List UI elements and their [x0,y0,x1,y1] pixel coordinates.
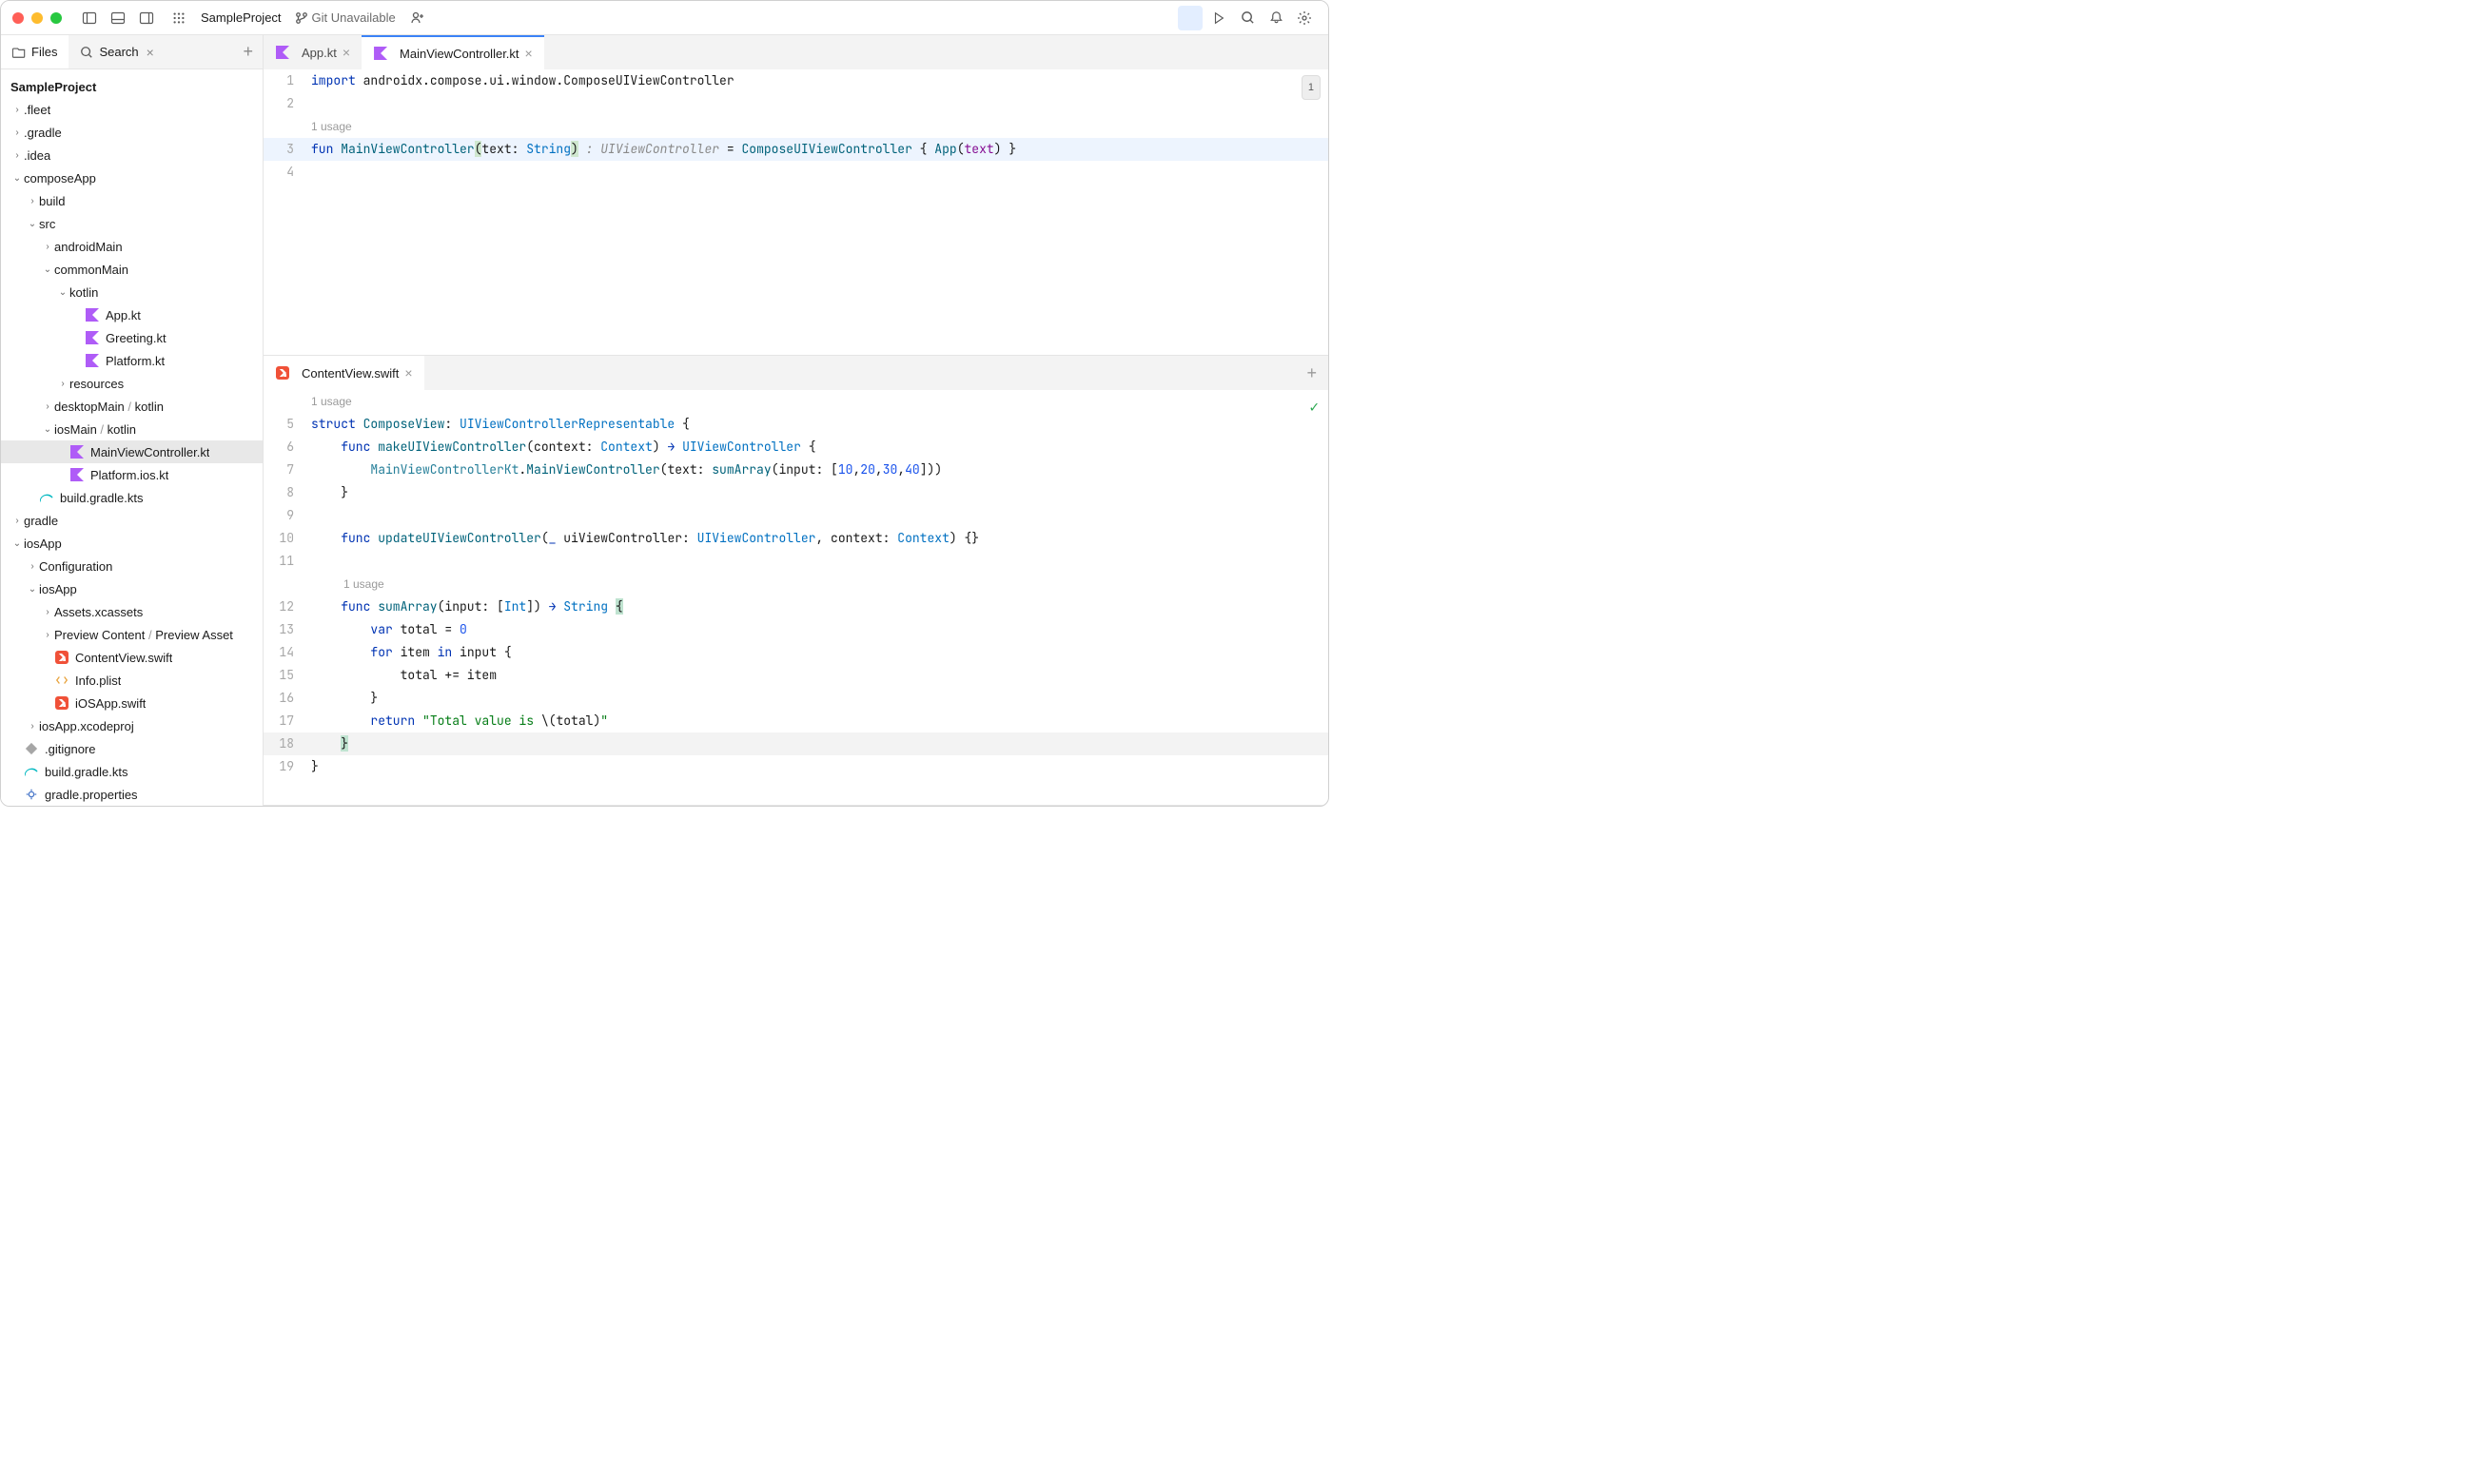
sidebar-tabs: Files Search × + [1,35,263,69]
search-icon[interactable] [1235,6,1260,30]
bell-icon[interactable] [1263,6,1288,30]
add-tab-button[interactable]: + [1295,363,1328,383]
gitignore-icon [24,741,39,756]
kotlin-icon [69,467,85,482]
close-window-button[interactable] [12,12,24,24]
tab-mainvc[interactable]: MainViewController.kt × [362,35,544,69]
tab-files-label: Files [31,45,57,59]
swift-icon [54,695,69,711]
maximize-window-button[interactable] [50,12,62,24]
code-editor-bottom[interactable]: ✓ 1 usage 5struct ComposeView: UIViewCon… [264,390,1328,778]
tree-file[interactable]: ·Platform.ios.kt [1,463,263,486]
editor-pane-bottom: ContentView.swift × + ✓ 1 usage 5struct … [264,356,1328,806]
tree-file[interactable]: ·Greeting.kt [1,326,263,349]
panel-left-icon[interactable] [77,6,102,30]
usage-hint[interactable]: 1 usage [311,573,384,596]
titlebar: SampleProject Git Unavailable [1,1,1328,35]
check-icon[interactable]: ✓ [1309,396,1319,419]
usage-hint[interactable]: 1 usage [311,390,352,413]
close-icon[interactable]: × [343,45,350,60]
tree-file[interactable]: ·build.gradle.kts [1,486,263,509]
kotlin-icon [69,444,85,459]
editor-region: App.kt × MainViewController.kt × 1 1impo… [264,35,1328,806]
folder-icon [12,46,26,59]
tree-node[interactable]: ›androidMain [1,235,263,258]
tab-files[interactable]: Files [1,35,69,68]
tree-file[interactable]: ·build.gradle.kts [1,760,263,783]
tab-search[interactable]: Search × [69,35,165,68]
kotlin-icon [275,45,290,60]
project-name[interactable]: SampleProject [191,10,291,25]
tree-file-selected[interactable]: ·MainViewController.kt [1,440,263,463]
tree-node[interactable]: ›.gradle [1,121,263,144]
kotlin-icon [85,330,100,345]
git-status[interactable]: Git Unavailable [312,10,405,25]
tree-node[interactable]: ⌄commonMain [1,258,263,281]
tab-contentview[interactable]: ContentView.swift × [264,356,424,390]
tree-node[interactable]: ⌄src [1,212,263,235]
tree-node[interactable]: ›build [1,189,263,212]
tab-appkt[interactable]: App.kt × [264,35,362,69]
settings-icon[interactable] [1292,6,1317,30]
git-branch-icon[interactable] [291,6,312,30]
file-tree: SampleProject ›.fleet ›.gradle ›.idea ⌄c… [1,69,263,806]
tree-node[interactable]: ›resources [1,372,263,395]
sidebar: Files Search × + SampleProject ›.fleet ›… [1,35,264,806]
ai-assist-icon[interactable] [1178,6,1203,30]
tree-node[interactable]: ›Preview Content / Preview Asset [1,623,263,646]
close-icon[interactable]: × [525,46,533,61]
run-icon[interactable] [1206,6,1231,30]
tree-node[interactable]: ›gradle [1,509,263,532]
usage-hint[interactable]: 1 usage [311,115,352,138]
tree-node[interactable]: ›.idea [1,144,263,166]
tree-node[interactable]: ›desktopMain / kotlin [1,395,263,418]
tree-node[interactable]: ›Configuration [1,555,263,577]
swift-icon [275,365,290,381]
tree-file[interactable]: ·gradle.properties [1,783,263,806]
add-user-icon[interactable] [405,6,430,30]
gradle-icon [39,490,54,505]
tree-file[interactable]: ·.gitignore [1,737,263,760]
properties-icon [24,787,39,802]
tree-node[interactable]: ⌄composeApp [1,166,263,189]
add-tab-button[interactable]: + [233,42,263,62]
tree-node[interactable]: ›iosApp.xcodeproj [1,714,263,737]
tree-root[interactable]: SampleProject [1,75,263,98]
tree-file[interactable]: ·ContentView.swift [1,646,263,669]
tree-node[interactable]: ⌄iosApp [1,577,263,600]
xml-icon [54,673,69,688]
kotlin-icon [85,307,100,322]
tree-node[interactable]: ›.fleet [1,98,263,121]
apps-grid-icon[interactable] [166,6,191,30]
code-editor-top[interactable]: 1 1import androidx.compose.ui.window.Com… [264,69,1328,355]
kotlin-icon [373,46,388,61]
search-icon [80,46,93,59]
tree-node[interactable]: ⌄iosMain / kotlin [1,418,263,440]
tree-node[interactable]: ›Assets.xcassets [1,600,263,623]
tree-node[interactable]: ⌄iosApp [1,532,263,555]
tree-file[interactable]: ·iOSApp.swift [1,692,263,714]
panel-right-icon[interactable] [134,6,159,30]
tree-file[interactable]: ·Info.plist [1,669,263,692]
gradle-icon [24,764,39,779]
panel-bottom-icon[interactable] [106,6,130,30]
window-controls [12,12,62,24]
tab-search-close-icon[interactable]: × [147,45,154,60]
inspection-badge[interactable]: 1 [1302,75,1321,100]
tree-node[interactable]: ⌄kotlin [1,281,263,303]
editor-tabs-bottom: ContentView.swift × + [264,356,1328,390]
minimize-window-button[interactable] [31,12,43,24]
tree-file[interactable]: ·Platform.kt [1,349,263,372]
tree-file[interactable]: ·App.kt [1,303,263,326]
swift-icon [54,650,69,665]
tab-search-label: Search [99,45,138,59]
editor-tabs-top: App.kt × MainViewController.kt × [264,35,1328,69]
close-icon[interactable]: × [404,365,412,381]
editor-pane-top: App.kt × MainViewController.kt × 1 1impo… [264,35,1328,356]
kotlin-icon [85,353,100,368]
